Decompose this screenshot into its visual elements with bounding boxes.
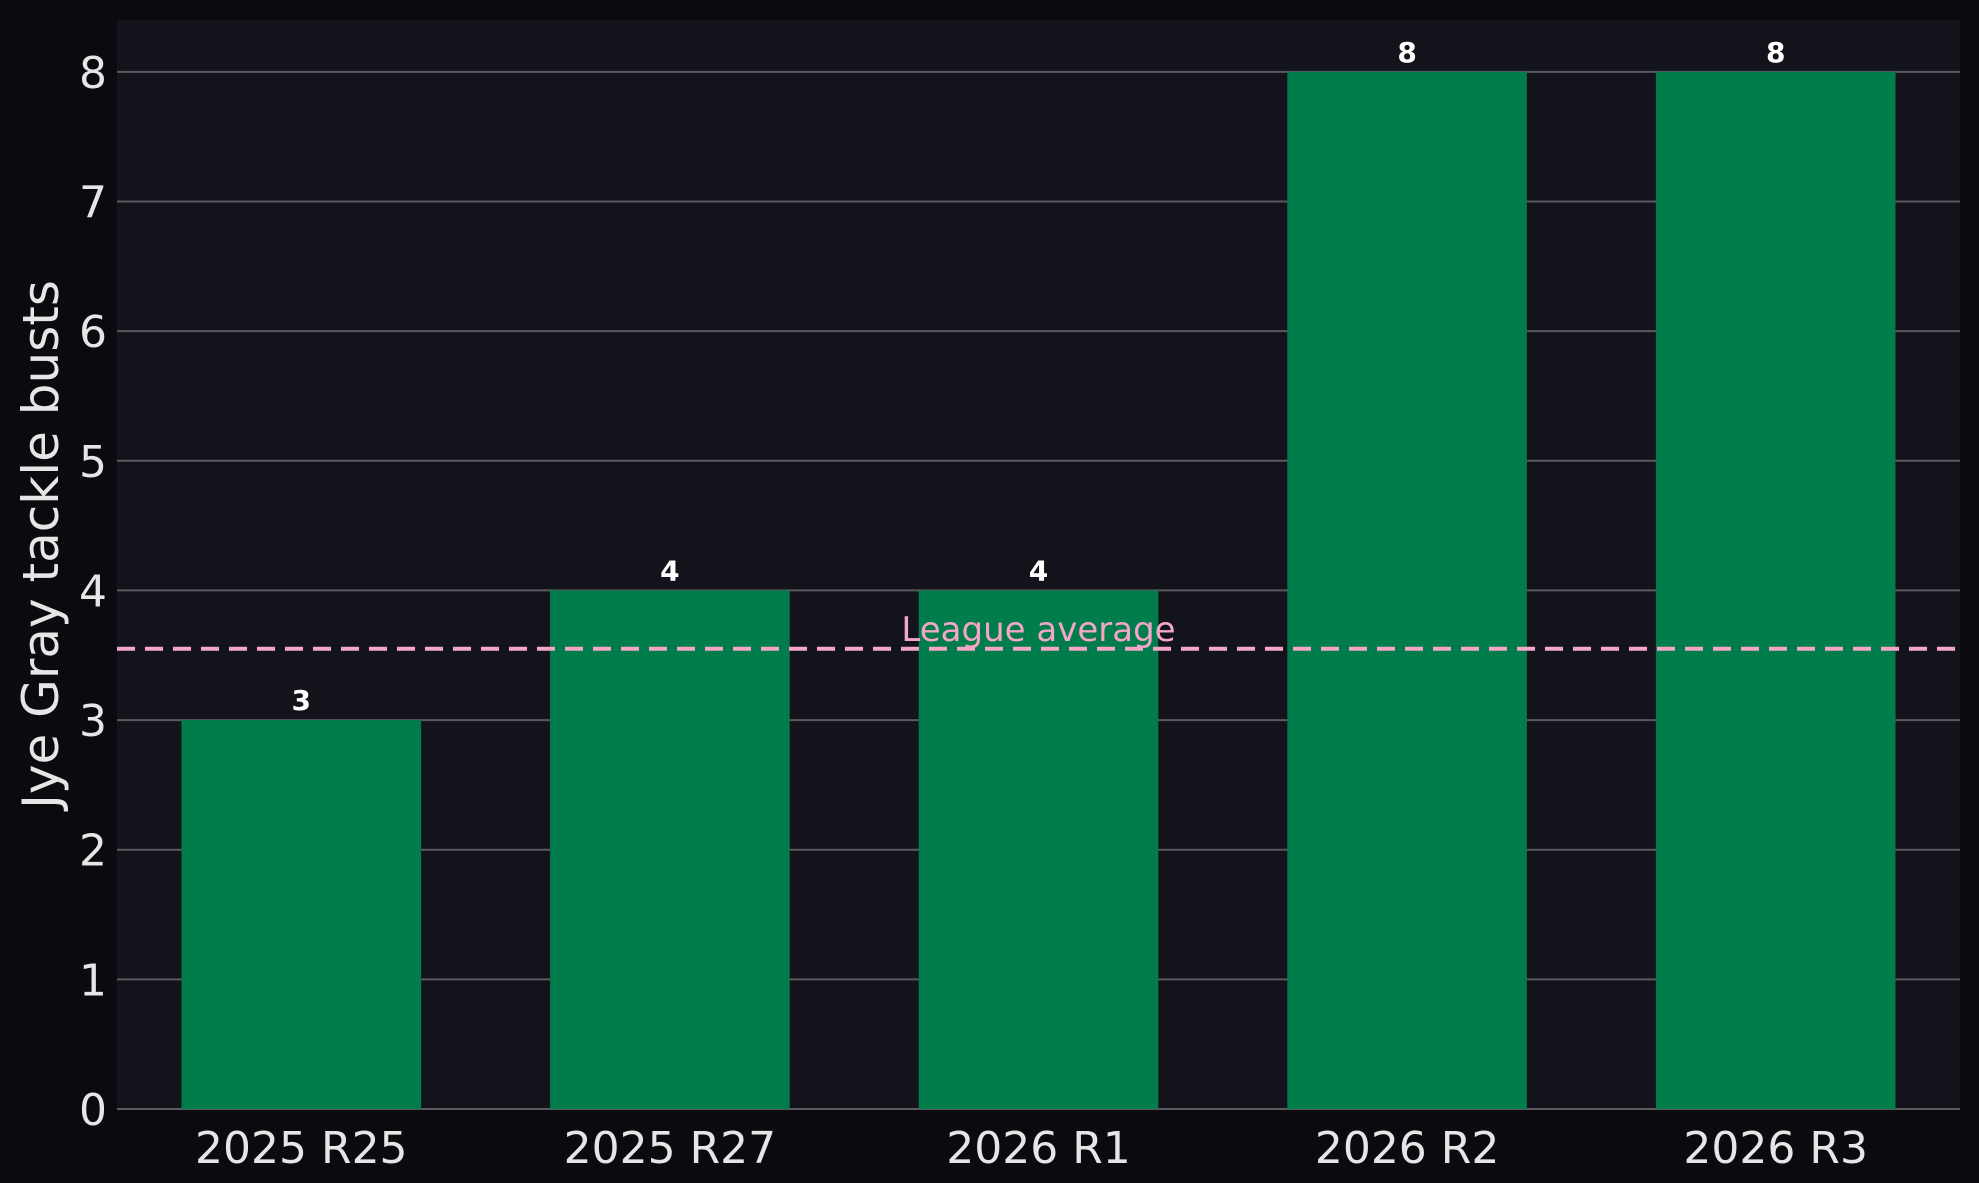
y-tick-label: 6 [79,307,107,358]
y-tick-label: 0 [79,1085,107,1136]
y-axis-ticks: 0 1 2 3 4 5 6 7 8 [79,48,107,1136]
league-average-label: League average [901,610,1175,650]
bar [918,590,1159,1109]
x-tick-label: 2026 R1 [946,1123,1131,1174]
x-tick-label: 2025 R27 [564,1123,777,1174]
bar-value-label: 4 [1029,554,1048,587]
bar [550,590,790,1109]
y-tick-label: 7 [79,178,107,229]
x-tick-label: 2026 R3 [1683,1123,1868,1174]
chart: League average 3 4 4 8 8 0 1 2 3 4 5 6 7 8 2025 R25 2… [0,0,1979,1183]
y-tick-label: 5 [79,437,107,488]
y-tick-label: 8 [79,48,107,99]
y-tick-label: 2 [79,826,107,877]
bar [1287,71,1527,1109]
y-axis-title: Jye Gray tackle busts [12,280,70,812]
y-tick-label: 1 [79,955,107,1006]
bar [1655,71,1896,1109]
y-tick-label: 4 [79,566,107,617]
y-tick-label: 3 [79,696,107,747]
bar [181,720,422,1109]
bar-value-label: 3 [292,684,311,717]
bar-value-label: 8 [1397,36,1416,69]
bar-value-label: 4 [660,554,679,587]
x-tick-label: 2026 R2 [1315,1123,1500,1174]
bar-value-label: 8 [1766,36,1785,69]
x-tick-label: 2025 R25 [195,1123,408,1174]
